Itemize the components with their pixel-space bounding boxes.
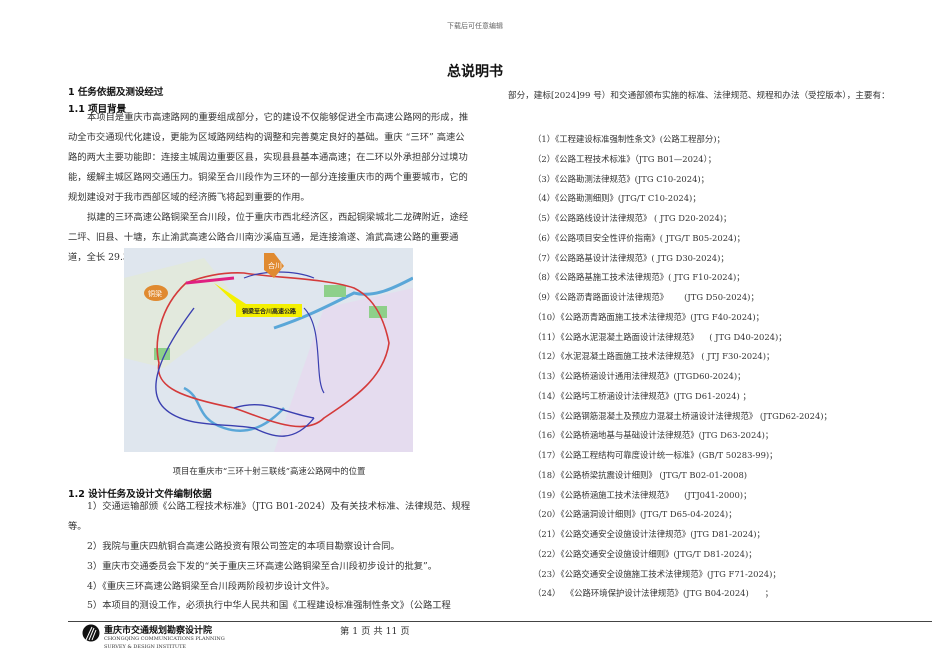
- basis-item-3: 3）重庆市交通委员会下发的“关于重庆三环高速公路铜梁至合川段初步设计的批复”。: [87, 561, 438, 572]
- list-item: （20）《公路涵洞设计细则》(JTG/T D65-04-2024)；: [533, 509, 737, 520]
- list-item: （4）《公路勘测细则》(JTG/T C10-2024)；: [533, 193, 701, 204]
- map-image: 合川 铜梁 铜梁至合川高速公路: [124, 248, 414, 452]
- list-item: （7）《公路路基设计法律规范》( JTG D30-2024)；: [533, 252, 729, 263]
- list-item: （14）《公路圬工桥涵设计法律规范》(JTG D61-2024) ；: [533, 390, 751, 401]
- page-title: 总说明书: [447, 64, 503, 80]
- page-number: 第 1 页 共 11 页: [340, 626, 410, 637]
- list-item: （17）《公路工程结构可靠度设计统一标准》(GB/T 50283-99)；: [533, 450, 778, 460]
- standards-intro: 部分，建标[2024]99 号）和交通部颁布实施的标准、法律规范、规程和办法（受…: [508, 91, 890, 101]
- list-item: （8）《公路路基施工技术法律规范》( JTG F10-2024)；: [533, 272, 745, 283]
- list-item: （23）《公路交通安全设施施工技术法律规范》(JTG F71-2024)；: [533, 568, 781, 579]
- institute-name-en-2: SURVEY & DESIGN INSTITUTE: [104, 644, 187, 650]
- institute-name: 重庆市交通规划勘察设计院: [104, 626, 213, 636]
- list-item: （18）《公路桥梁抗震设计细则》 (JTG/T B02-01-2008): [533, 469, 748, 480]
- list-item: （10）《公路沥青路面施工技术法律规范》(JTG F40-2024)；: [533, 311, 765, 322]
- watermark: 下载后可任意编辑: [447, 22, 503, 30]
- footer-divider: [68, 621, 932, 622]
- map-label-hechuan: 合川: [268, 261, 282, 270]
- list-item: （24） 《公路环境保护设计法律规范》(JTG B04-2024) ；: [533, 588, 774, 599]
- list-item: （5）《公路路线设计法律规范》 ( JTG D20-2024)；: [533, 213, 732, 223]
- basis-item-4: 4）《重庆三环高速公路铜梁至合川段两阶段初步设计文件》。: [87, 581, 335, 592]
- institute-name-en-1: CHONGQING COMMUNICATIONS PLANNING: [104, 636, 225, 642]
- institute-logo-icon: [82, 624, 100, 646]
- list-item: （12）《水泥混凝土路面施工技术法律规范》 ( JTJ F30-2024)；: [533, 351, 775, 362]
- map-caption: 项目在重庆市“三环十射三联线”高速公路网中的位置: [172, 466, 366, 476]
- section-heading-1: 1 任务依据及测设经过: [68, 87, 164, 98]
- list-item: （13）《公路桥涵设计通用法律规范》(JTGD60-2024)；: [533, 371, 746, 381]
- basis-item-1: 1）交通运输部颁《公路工程技术标准》（JTG B01-2024）及有关技术标准、…: [68, 501, 471, 532]
- list-item: （21）《公路交通安全设施设计法律规范》(JTG D81-2024)；: [533, 529, 765, 539]
- basis-item-2: 2）我院与重庆四航铜合高速公路投资有限公司签定的本项目勘察设计合同。: [87, 541, 400, 552]
- list-item: （3）《公路勘测法律规范》(JTG C10-2024)；: [533, 173, 710, 184]
- standards-list: （1）《工程建设标准强制性条文》(公路工程部分)； （2）《公路工程技术标准》（…: [533, 130, 832, 604]
- map-label-route: 铜梁至合川高速公路: [242, 308, 297, 316]
- list-item: （2）《公路工程技术标准》（JTG B01—2024）；: [533, 153, 717, 164]
- basis-item-5: 5）本项目的测设工作，必须执行中华人民共和国《工程建设标准强制性条文》（公路工程: [87, 600, 451, 611]
- list-item: （9）《公路沥青路面设计法律规范》 (JTG D50-2024)；: [533, 292, 759, 302]
- document-page: 下载后可任意编辑 总说明书 1 任务依据及测设经过 1.1 项目背景 本项目是重…: [0, 0, 950, 672]
- list-item: （6）《公路项目安全性评价指南》( JTG/T B05-2024)；: [533, 232, 745, 243]
- list-item: （1）《工程建设标准强制性条文》(公路工程部分)；: [533, 134, 725, 144]
- list-item: （11）《公路水泥混凝土路面设计法律规范》 ( JTG D40-2024)；: [533, 331, 787, 342]
- list-item: （16）《公路桥涵地基与基础设计法律规范》(JTG D63-2024)；: [533, 430, 774, 441]
- location-map: 合川 铜梁 铜梁至合川高速公路: [124, 248, 414, 452]
- paragraph-background: 本项目是重庆市高速路网的重要组成部分，它的建设不仅能够促进全市高速公路网的形成，…: [68, 112, 469, 203]
- list-item: （15）《公路钢筋混凝土及预应力混凝土桥涵设计法律规范》 (JTGD62-202…: [533, 410, 832, 421]
- map-label-tongliang: 铜梁: [148, 289, 162, 298]
- list-item: （19）《公路桥涵施工技术法律规范》 (JTJ041-2000)；: [533, 489, 752, 500]
- list-item: （22）《公路交通安全设施设计细则》(JTG/T D81-2024)；: [533, 548, 757, 559]
